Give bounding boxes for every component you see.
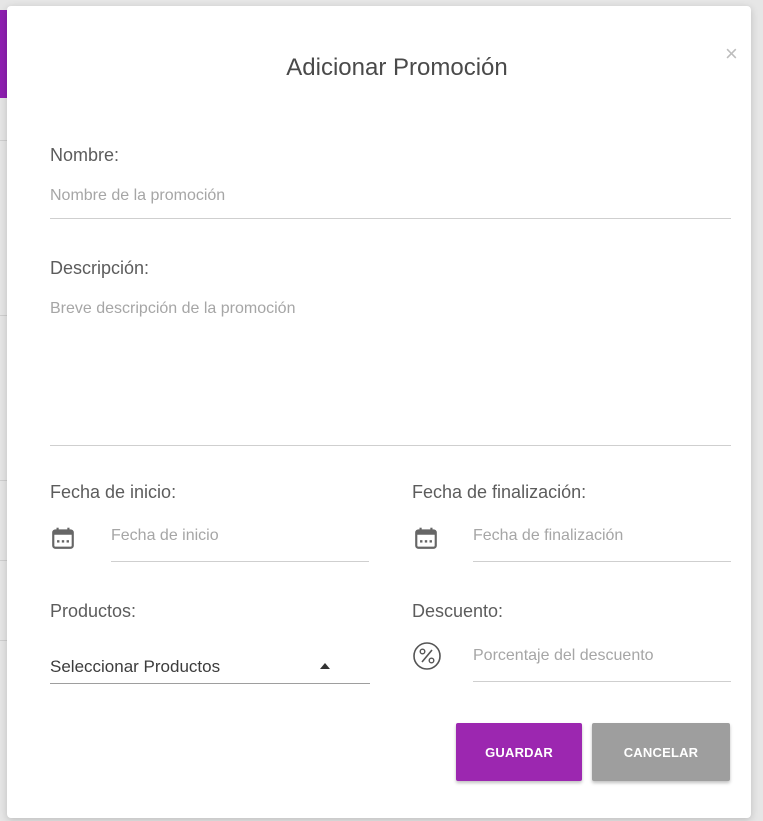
cancel-button[interactable]: CANCELAR	[592, 723, 730, 781]
calendar-icon[interactable]	[50, 525, 76, 551]
start-date-label: Fecha de inicio:	[50, 482, 177, 502]
save-button[interactable]: GUARDAR	[456, 723, 582, 781]
name-label: Nombre:	[50, 145, 120, 165]
description-textarea[interactable]: Breve descripción de la promoción	[50, 300, 725, 440]
discount-input-underline	[473, 681, 731, 682]
discount-label: Descuento:	[412, 601, 504, 621]
add-promotion-dialog: Adicionar Promoción × Nombre: Nombre de …	[7, 6, 751, 818]
percent-icon	[413, 642, 441, 670]
start-date-underline	[111, 561, 369, 562]
dialog-title: Adicionar Promoción	[286, 54, 508, 81]
close-icon[interactable]: ×	[725, 43, 738, 65]
end-date-label: Fecha de finalización:	[412, 482, 587, 502]
description-textarea-underline	[50, 445, 731, 446]
calendar-icon[interactable]	[413, 525, 439, 551]
description-label: Descripción:	[50, 258, 150, 278]
end-date-underline	[473, 561, 731, 562]
products-select-value: Seleccionar Productos	[50, 657, 221, 676]
name-input-underline	[50, 218, 731, 219]
caret-up-icon	[320, 663, 330, 669]
products-label: Productos:	[50, 601, 137, 621]
start-date-input[interactable]: Fecha de inicio	[111, 527, 367, 545]
name-input[interactable]: Nombre de la promoción	[50, 187, 725, 205]
end-date-input[interactable]: Fecha de finalización	[473, 527, 727, 545]
discount-input[interactable]: Porcentaje del descuento	[473, 647, 728, 665]
products-select[interactable]: Seleccionar Productos	[50, 638, 370, 682]
products-select-underline	[50, 683, 370, 684]
